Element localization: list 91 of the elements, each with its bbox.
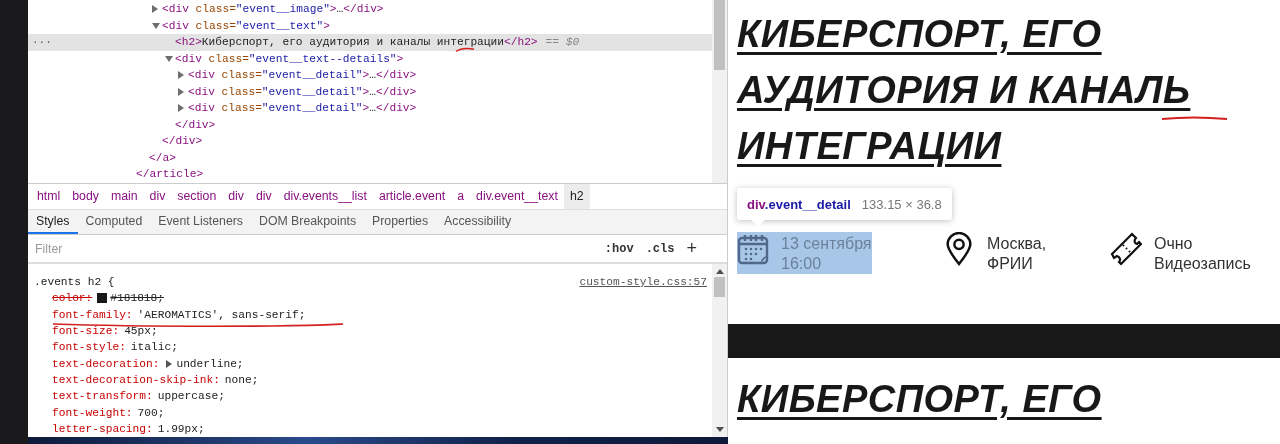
event-title[interactable]: КИБЕРСПОРТ, ЕГО АУДИТОРИЯ И КАНАЛЬ ИНТЕГРАЦИИ — [737, 6, 1237, 174]
tab[interactable]: Styles — [28, 209, 78, 235]
scrollbar[interactable] — [712, 0, 727, 183]
html-markup-text: <h2>Киберспорт, его аудитория и каналы интеграции</h2> — [175, 36, 538, 49]
tab[interactable]: Accessibility — [436, 209, 520, 235]
css-property: font-size: — [52, 325, 120, 338]
css-property: text-decoration: — [52, 357, 160, 370]
css-declaration[interactable]: color: #181818; — [34, 290, 707, 307]
css-property: font-weight: — [52, 406, 133, 419]
event-detail-text: Москва, ФРИИ — [987, 234, 1047, 274]
breadcrumb[interactable]: div — [250, 184, 278, 209]
css-value: 1.99px; — [157, 422, 205, 435]
more-dots[interactable]: ··· — [32, 36, 52, 49]
css-declaration[interactable]: font-style: italic; — [34, 339, 707, 356]
event-detail-text: 13 сентября 16:00 — [781, 234, 872, 274]
color-swatch[interactable] — [97, 293, 108, 304]
breadcrumb[interactable]: html — [31, 184, 67, 209]
dom-tree-row[interactable]: <div class="event__detail">…</div> — [28, 83, 712, 100]
css-value: 45px; — [124, 325, 158, 338]
css-property: font-style: — [52, 341, 126, 354]
css-value: 700; — [137, 406, 165, 419]
html-markup-text: <div class="event__text"> — [162, 19, 330, 32]
closing-tag-text: </a> — [149, 151, 176, 164]
closing-tag-text: </div> — [162, 135, 203, 148]
breadcrumb[interactable]: body — [66, 184, 105, 209]
breadcrumb[interactable]: article.event — [372, 184, 452, 209]
html-markup-text: <div class="event__text--details"> — [175, 52, 404, 65]
breadcrumb[interactable]: div — [222, 184, 250, 209]
closing-tag-text: </article> — [136, 168, 204, 181]
annotation-underline — [1161, 116, 1229, 121]
css-value: 'AEROMATICS', sans-serif; — [137, 308, 306, 321]
source-link[interactable]: custom-style.css:57 — [579, 276, 707, 289]
toggle-button[interactable]: :hov — [598, 241, 640, 256]
dom-tree-row[interactable]: <div class="event__text"> — [28, 17, 712, 34]
caret-right-icon[interactable] — [152, 5, 158, 14]
html-markup-text: <div class="event__detail">…</div> — [188, 85, 417, 98]
css-property: letter-spacing: — [52, 422, 153, 435]
css-declaration[interactable]: letter-spacing: 1.99px; — [34, 420, 707, 437]
scrollbar[interactable] — [712, 264, 727, 437]
css-declaration[interactable]: text-transform: uppercase; — [34, 388, 707, 405]
breadcrumb[interactable]: a — [451, 184, 471, 209]
css-value: none; — [224, 373, 259, 386]
css-declaration[interactable]: font-weight: 700; — [34, 404, 707, 421]
tab[interactable]: Event Listeners — [150, 209, 251, 235]
map-pin-icon — [943, 232, 975, 266]
css-selector: .events h2 { — [34, 276, 115, 289]
event-detail-text: Очно Видеозапись — [1154, 234, 1251, 274]
css-property: text-transform: — [52, 390, 153, 403]
closing-tag-text: </div> — [175, 118, 216, 131]
dom-tree-row[interactable]: <div class="event__text--details"> — [28, 50, 712, 67]
toggle-button[interactable]: .cls — [639, 241, 681, 256]
console-ref: == $0 — [545, 36, 580, 49]
caret-right-icon[interactable] — [166, 359, 173, 368]
css-value: underline; — [176, 357, 244, 370]
css-declaration[interactable]: text-decoration: underline; — [34, 355, 707, 372]
tab[interactable]: DOM Breakpoints — [251, 209, 365, 235]
html-markup-text: <div class="event__image">…</div> — [162, 3, 384, 16]
calendar-icon — [737, 232, 769, 266]
tooltip-selector: div.event__detail — [747, 196, 851, 212]
caret-right-icon[interactable] — [178, 87, 184, 96]
dom-tree-row[interactable]: ··· <h2>Киберспорт, его аудитория и каналы интеграции</h2> == $0 — [28, 34, 712, 51]
css-declaration[interactable]: text-decoration-skip-ink: none; — [34, 371, 707, 389]
dom-tree-row[interactable]: <div class="event__image">…</div> — [28, 1, 712, 18]
tab[interactable]: Computed — [77, 209, 151, 235]
caret-right-icon[interactable] — [178, 104, 184, 113]
css-value: #181818; — [110, 292, 164, 305]
css-value: uppercase; — [157, 390, 225, 403]
html-markup-text: <div class="event__detail">…</div> — [188, 102, 417, 115]
tooltip-size: 133.15 × 36.8 — [861, 196, 942, 212]
breadcrumb[interactable]: main — [104, 184, 144, 209]
breadcrumb[interactable]: h2 — [563, 184, 590, 209]
event-title[interactable]: КИБЕРСПОРТ, ЕГО — [737, 376, 1237, 422]
dom-tree-row[interactable]: <div class="event__detail">…</div> — [28, 100, 712, 117]
new-rule-button[interactable]: + — [680, 238, 703, 260]
dom-tree-row[interactable]: <div class="event__detail">…</div> — [28, 67, 712, 84]
breadcrumb[interactable]: div.events__list — [277, 184, 373, 209]
css-property: text-decoration-skip-ink: — [52, 373, 220, 386]
caret-down-icon[interactable] — [165, 55, 173, 62]
tab[interactable]: Properties — [364, 209, 437, 235]
breadcrumb[interactable]: div — [143, 184, 172, 209]
caret-down-icon[interactable] — [152, 22, 160, 29]
ticket-icon — [1110, 232, 1142, 266]
breadcrumb[interactable]: section — [171, 184, 223, 209]
css-declaration[interactable]: font-family: 'AEROMATICS', sans-serif; — [34, 306, 707, 323]
css-declaration[interactable]: font-size: 45px; — [34, 322, 707, 340]
css-value: italic; — [130, 341, 178, 354]
caret-right-icon[interactable] — [178, 71, 184, 80]
css-property: color: — [52, 292, 93, 305]
breadcrumb[interactable]: div.event__text — [470, 184, 564, 209]
html-markup-text: <div class="event__detail">…</div> — [188, 69, 417, 82]
css-property: font-family: — [52, 308, 133, 321]
